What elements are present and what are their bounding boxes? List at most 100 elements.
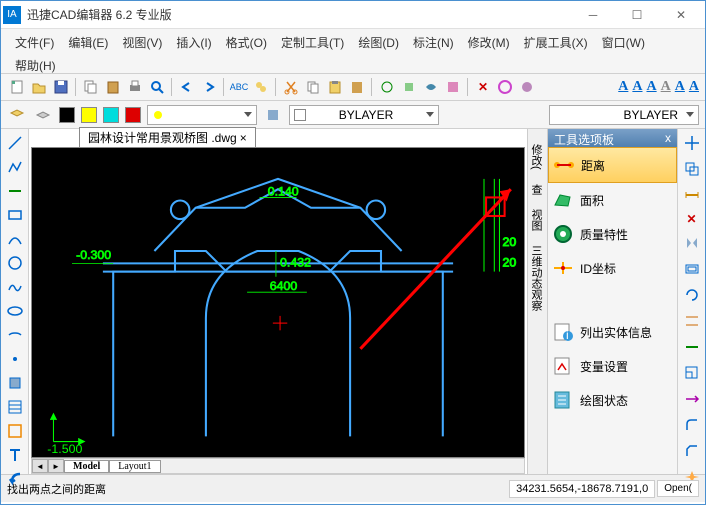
menu-format[interactable]: 格式(O) — [220, 32, 273, 53]
ellipse-arc-icon[interactable] — [5, 325, 25, 345]
tool-b-icon[interactable] — [399, 77, 419, 97]
text-style-a5[interactable]: A — [675, 79, 685, 95]
arc-icon[interactable] — [5, 229, 25, 249]
spell-icon[interactable]: ABC — [229, 77, 249, 97]
paste2-icon[interactable] — [347, 77, 367, 97]
circle-icon[interactable] — [5, 253, 25, 273]
print-icon[interactable] — [125, 77, 145, 97]
linetype-dropdown[interactable]: BYLAYER — [289, 105, 439, 125]
delete-x-icon[interactable]: ✕ — [473, 77, 493, 97]
maximize-button[interactable]: ☐ — [615, 2, 659, 28]
menu-tools[interactable]: 定制工具(T) — [275, 32, 350, 53]
layer-icon[interactable] — [7, 105, 27, 125]
menu-view[interactable]: 视图(V) — [116, 32, 168, 53]
text-icon[interactable] — [5, 445, 25, 465]
menu-file[interactable]: 文件(F) — [9, 32, 60, 53]
fillet-icon[interactable] — [682, 415, 702, 435]
stretch-icon[interactable] — [682, 389, 702, 409]
color-wheel-icon[interactable] — [495, 77, 515, 97]
menu-modify[interactable]: 修改(M) — [462, 32, 516, 53]
minimize-button[interactable]: ─ — [571, 2, 615, 28]
palette-item-status[interactable]: 绘图状态 — [548, 383, 677, 417]
point-icon[interactable] — [5, 349, 25, 369]
ellipse-icon[interactable] — [5, 301, 25, 321]
menu-window[interactable]: 窗口(W) — [596, 32, 651, 53]
cut-icon[interactable] — [281, 77, 301, 97]
preview-icon[interactable] — [147, 77, 167, 97]
side-tab-inquiry[interactable]: 查 — [528, 177, 547, 202]
move-icon[interactable] — [682, 133, 702, 153]
tool-d-icon[interactable] — [443, 77, 463, 97]
color-red[interactable] — [125, 107, 141, 123]
spline-icon[interactable] — [5, 277, 25, 297]
lineweight-dropdown[interactable]: BYLAYER — [549, 105, 699, 125]
text-style-a4[interactable]: A — [661, 79, 671, 95]
copy2-icon[interactable] — [303, 77, 323, 97]
layer-dropdown[interactable] — [147, 105, 257, 125]
palette-item-massprops[interactable]: 质量特性 — [548, 217, 677, 251]
layer-tool-icon[interactable] — [263, 105, 283, 125]
menu-extend[interactable]: 扩展工具(X) — [518, 32, 594, 53]
horizontal-scrollbar[interactable]: ◄ ► Model Layout1 — [31, 458, 525, 474]
close-button[interactable]: ✕ — [659, 2, 703, 28]
color-black[interactable] — [59, 107, 75, 123]
region-icon[interactable] — [5, 421, 25, 441]
polyline-icon[interactable] — [5, 157, 25, 177]
line-icon[interactable] — [5, 133, 25, 153]
drawing-viewport[interactable]: -1.500 — [31, 147, 525, 458]
scroll-left-icon[interactable]: ◄ — [32, 459, 48, 473]
offset-icon[interactable] — [682, 259, 702, 279]
ray-icon[interactable] — [5, 181, 25, 201]
close-tab-icon[interactable]: × — [240, 131, 247, 145]
rotate-icon[interactable] — [682, 285, 702, 305]
palette-item-setvar[interactable]: 变量设置 — [548, 349, 677, 383]
tool-c-icon[interactable] — [421, 77, 441, 97]
menu-edit[interactable]: 编辑(E) — [62, 32, 114, 53]
new-file-icon[interactable] — [7, 77, 27, 97]
clipboard-icon[interactable] — [325, 77, 345, 97]
palette-item-area[interactable]: 面积 — [548, 183, 677, 217]
layout1-tab[interactable]: Layout1 — [109, 460, 160, 473]
status-open-button[interactable]: Open( — [657, 480, 699, 497]
palette-item-distance[interactable]: 距离 — [548, 147, 677, 183]
save-icon[interactable] — [51, 77, 71, 97]
palette-item-id[interactable]: ID坐标 — [548, 251, 677, 285]
tool-a-icon[interactable] — [377, 77, 397, 97]
copy-obj-icon[interactable] — [682, 159, 702, 179]
palette-item-list[interactable]: i 列出实体信息 — [548, 315, 677, 349]
palette-close-icon[interactable]: x — [665, 131, 671, 145]
text-style-a3[interactable]: A — [647, 79, 657, 95]
block-icon[interactable] — [5, 373, 25, 393]
side-tab-modify[interactable]: 修改( — [528, 137, 547, 177]
rectangle-icon[interactable] — [5, 205, 25, 225]
menu-draw[interactable]: 绘图(D) — [352, 32, 405, 53]
open-file-icon[interactable] — [29, 77, 49, 97]
undo-icon[interactable] — [177, 77, 197, 97]
scroll-right-icon[interactable]: ► — [48, 459, 64, 473]
menu-help[interactable]: 帮助(H) — [9, 55, 62, 76]
extend-icon[interactable] — [682, 337, 702, 357]
chamfer-icon[interactable] — [682, 441, 702, 461]
layer-off-icon[interactable] — [33, 105, 53, 125]
model-tab[interactable]: Model — [64, 460, 109, 473]
menu-dimension[interactable]: 标注(N) — [407, 32, 460, 53]
side-tab-3dorbit[interactable]: 三维动态观察 — [528, 238, 547, 318]
text-style-a1[interactable]: A — [618, 79, 628, 95]
file-tab[interactable]: 园林设计常用景观桥图 .dwg × — [79, 127, 256, 147]
redo-icon[interactable] — [199, 77, 219, 97]
mirror-icon[interactable] — [682, 233, 702, 253]
color-cyan[interactable] — [103, 107, 119, 123]
dim-icon[interactable] — [682, 185, 702, 205]
hatch-icon[interactable] — [5, 397, 25, 417]
color-yellow[interactable] — [81, 107, 97, 123]
menu-insert[interactable]: 插入(I) — [170, 32, 217, 53]
copy-icon[interactable] — [81, 77, 101, 97]
find-icon[interactable] — [251, 77, 271, 97]
trim-icon[interactable] — [682, 311, 702, 331]
text-style-a2[interactable]: A — [632, 79, 642, 95]
side-tab-view[interactable]: 视图 — [528, 202, 547, 238]
tool-f-icon[interactable] — [517, 77, 537, 97]
scale-icon[interactable] — [682, 363, 702, 383]
paste-icon[interactable] — [103, 77, 123, 97]
text-style-a6[interactable]: A — [689, 79, 699, 95]
